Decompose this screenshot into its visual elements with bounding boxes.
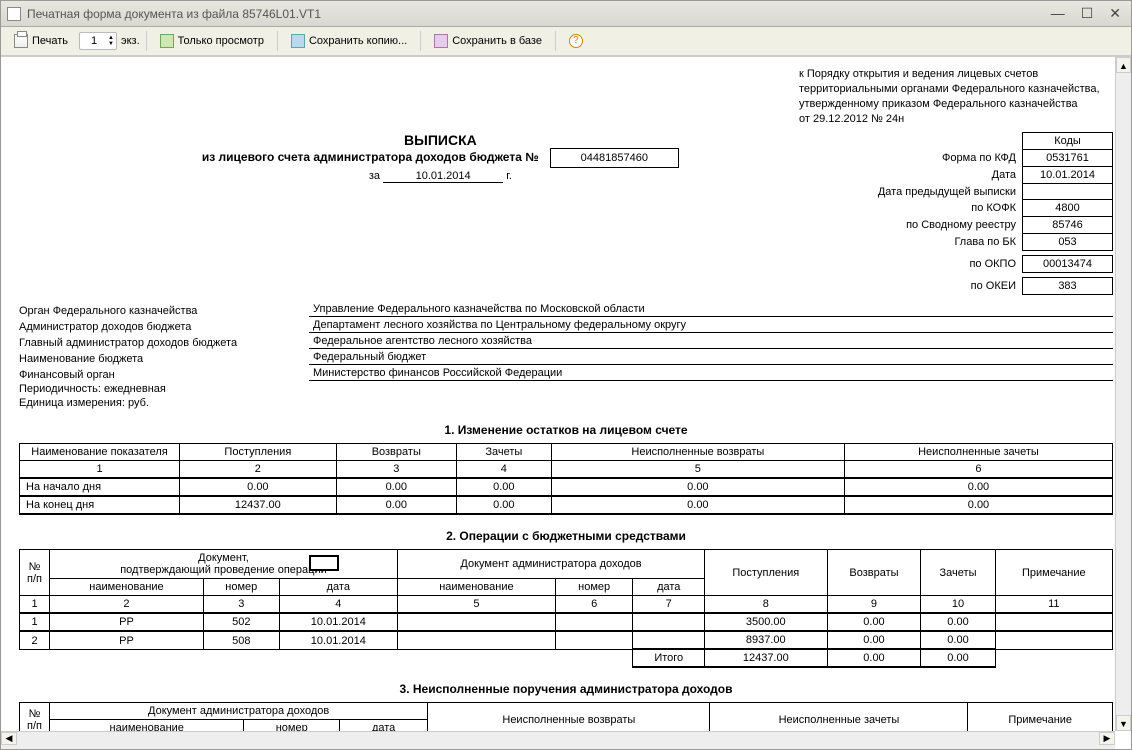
maximize-button[interactable]: ☐: [1077, 5, 1098, 22]
save-copy-label: Сохранить копию...: [309, 35, 407, 47]
document-body: к Порядку открытия и ведения лицевых сче…: [1, 57, 1131, 749]
section2-title: 2. Операции с бюджетными средствами: [19, 529, 1113, 543]
spinner-arrows[interactable]: ▲▼: [108, 35, 114, 47]
document-icon: [7, 7, 21, 21]
save-db-button[interactable]: Сохранить в базе: [427, 31, 549, 51]
print-icon: [14, 34, 28, 48]
print-label: Печать: [32, 35, 68, 47]
save-copy-button[interactable]: Сохранить копию...: [284, 31, 414, 51]
close-button[interactable]: ✕: [1105, 5, 1125, 22]
save-db-label: Сохранить в базе: [452, 35, 542, 47]
statement-date: 10.01.2014: [383, 170, 503, 183]
doc-subtitle: из лицевого счета администратора доходов…: [202, 150, 539, 164]
section2-table: № п/п Документ, подтверждающий проведени…: [19, 549, 1113, 668]
section3-title: 3. Неисполненные поручения администратор…: [19, 682, 1113, 696]
copies-suffix: экз.: [121, 35, 140, 47]
database-icon: [434, 34, 448, 48]
diskette-icon: [291, 34, 305, 48]
window-title: Печатная форма документа из файла 85746L…: [27, 7, 1047, 21]
doc-title: ВЫПИСКА: [19, 132, 862, 148]
help-button[interactable]: ?: [562, 31, 590, 51]
regulation-note: к Порядку открытия и ведения лицевых сче…: [799, 67, 1113, 126]
view-only-button[interactable]: Только просмотр: [153, 31, 271, 51]
titlebar: Печатная форма документа из файла 85746L…: [1, 1, 1131, 27]
scroll-up-icon[interactable]: ▲: [1116, 57, 1131, 73]
section1-title: 1. Изменение остатков на лицевом счете: [19, 423, 1113, 437]
codes-table: Коды Форма по КФД0531761 Дата10.01.2014 …: [872, 132, 1113, 295]
section1-table: Наименование показателя Поступления Возв…: [19, 443, 1113, 515]
copies-input[interactable]: [82, 34, 106, 48]
minimize-button[interactable]: —: [1047, 5, 1069, 22]
vertical-scrollbar[interactable]: ▲ ▼: [1115, 57, 1131, 731]
selection-cursor: [309, 555, 339, 571]
table-icon: [160, 34, 174, 48]
help-icon: ?: [569, 34, 583, 48]
info-block: Орган Федерального казначействаУправлени…: [19, 303, 1113, 409]
account-number: 04481857460: [550, 148, 679, 168]
copies-spinner[interactable]: ▲▼: [79, 32, 117, 50]
scroll-left-icon[interactable]: ◀: [1, 732, 17, 745]
scroll-down-icon[interactable]: ▼: [1116, 715, 1131, 731]
document-viewport[interactable]: к Порядку открытия и ведения лицевых сче…: [1, 56, 1131, 749]
toolbar: Печать ▲▼ экз. Только просмотр Сохранить…: [1, 27, 1131, 56]
app-window: Печатная форма документа из файла 85746L…: [0, 0, 1132, 750]
view-only-label: Только просмотр: [178, 35, 264, 47]
print-button[interactable]: Печать: [7, 31, 75, 51]
scroll-right-icon[interactable]: ▶: [1099, 732, 1115, 745]
horizontal-scrollbar[interactable]: ◀ ▶: [1, 731, 1115, 749]
window-controls: — ☐ ✕: [1047, 5, 1125, 22]
